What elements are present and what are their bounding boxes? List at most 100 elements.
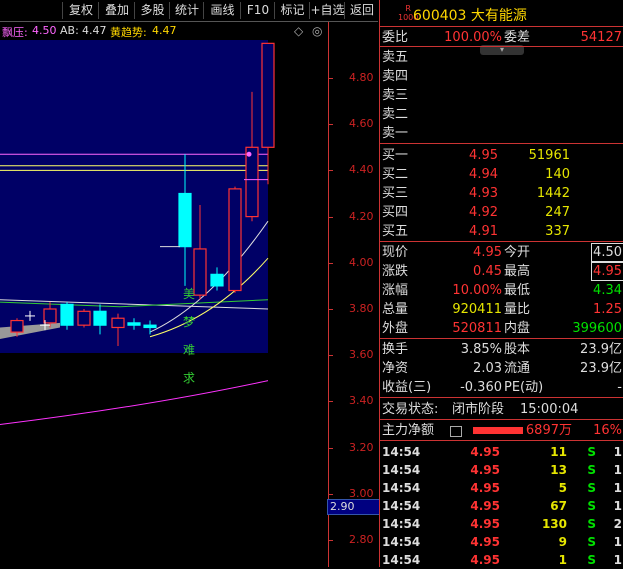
ask-label: 卖三 [382,88,409,103]
ask-row: 卖二 [380,105,623,124]
candlestick-chart[interactable]: 美梦难求 [0,40,328,567]
tick-volume: 11 [550,445,567,459]
bid-row: 买一 4.95 51961 [380,146,623,165]
stat-label: 涨幅 [382,283,409,298]
tick-volume: 67 [550,499,567,513]
toolbar-button-4[interactable]: 画线 [203,2,241,19]
ask-label: 卖四 [382,69,409,84]
tick-side: S [587,499,596,513]
toolbar-button-1[interactable]: 叠加 [98,2,135,19]
tick-time: 14:54 [382,535,421,549]
tick-time: 14:54 [382,553,421,567]
toolbar-button-7[interactable]: +自选 [309,2,345,19]
stat-value: 0.45 [473,264,502,279]
tick-side: S [587,535,596,549]
y-tick-label: 3.00 [349,486,374,500]
candle-body [210,273,224,287]
stat2-label: 换手 [382,342,409,357]
candle-body [193,248,207,296]
candle-body [261,42,275,148]
annotation-char: 求 [183,371,195,385]
tick-time: 14:54 [382,481,421,495]
trend-value: 4.47 [152,24,177,37]
toolbar-button-3[interactable]: 统计 [169,2,204,19]
stat-row: 涨跌 0.45 最高 4.95 [380,262,623,281]
tick-row: 14:54 4.95 67 S 1 [380,497,623,515]
candle[interactable] [60,302,74,330]
tick-price: 4.95 [470,499,500,513]
bid-label: 买二 [382,167,409,182]
stat-value: 10.00% [452,283,502,298]
candle-body [143,324,157,329]
bid-price: 4.94 [469,167,498,182]
stat-label: 最高 [504,264,531,279]
stat2-row: 净资 2.03 流通 23.9亿 [380,359,623,378]
stat2-value: 23.9亿 [580,342,622,357]
tick-volume: 5 [558,481,567,495]
stat2-label: 净资 [382,361,409,376]
stock-header: R 1000 600403 大有能源 [380,0,623,27]
signal-dot [246,151,252,157]
toolbar-button-0[interactable]: 复权 [62,2,99,19]
bid-price: 4.92 [469,205,498,220]
tick-side: S [587,517,596,531]
stat-value: 4.34 [593,283,622,298]
indicator-info-bar: 飘压: 4.50 AB: 4.47 黄趋势: 4.47 ◇ ◎ [0,22,325,40]
tick-time: 14:54 [382,445,421,459]
tick-price: 4.95 [470,481,500,495]
ab-label: AB: [60,24,79,37]
y-tick-mark [329,540,333,541]
toolbar-button-2[interactable]: 多股 [134,2,170,19]
y-tick-label: 2.80 [349,533,374,546]
annotation-char: 梦 [183,315,195,329]
candle-body [60,303,74,326]
y-tick-mark [329,493,333,495]
annotation-char: 美 [183,287,195,301]
tick-count: 1 [613,463,622,477]
tick-volume: 130 [541,517,567,531]
stat2-value: 2.03 [473,361,502,376]
bid-label: 买一 [382,148,409,163]
ask-label: 卖五 [382,50,409,65]
ask-row: 卖一 [380,124,623,143]
y-tick-mark [329,124,333,126]
piao-label: 飘压: [2,26,28,39]
toolbar-button-6[interactable]: 标记 [274,2,310,19]
y-tick-label: 3.60 [349,348,374,362]
weicha-value: 54127 [580,30,622,45]
ask-label: 卖二 [382,107,409,122]
bid-volume: 140 [545,167,570,182]
price-box [591,262,623,281]
y-tick-mark [329,355,333,357]
y-tick-mark [329,170,333,172]
bid-price: 4.91 [469,224,498,239]
piao-value: 4.50 [32,24,57,37]
candle-body [93,310,107,326]
tick-side: S [587,553,596,567]
stat2-label: 股本 [504,342,531,357]
stat-value: 920411 [452,302,502,317]
y-tick-label: 4.60 [349,117,374,131]
tick-count: 1 [613,499,622,513]
tick-volume: 13 [550,463,567,477]
current-price-tag: 2.90 [327,499,381,515]
candle-body [228,188,242,292]
bid-row: 买三 4.93 1442 [380,184,623,203]
tick-count: 1 [613,535,622,549]
tick-row: 14:54 4.95 9 S 1 [380,533,623,551]
candle-body [111,317,125,329]
candle[interactable] [77,309,91,328]
candle-body [77,310,91,326]
toolbar-button-8[interactable]: 返回 [344,2,379,19]
list-icon[interactable] [450,426,462,437]
candle[interactable] [228,186,242,293]
stat-value: 1.25 [593,302,622,317]
settings-icon[interactable]: ◎ [312,24,322,38]
stat-row: 涨幅 10.00% 最低 4.34 [380,281,623,300]
sep-bids [380,241,623,242]
diamond-icon[interactable]: ◇ [294,24,303,38]
stat-value: 4.95 [473,245,502,260]
toolbar-button-5[interactable]: F10 [240,2,275,19]
tick-time: 14:54 [382,463,421,477]
bid-price: 4.93 [469,186,498,201]
